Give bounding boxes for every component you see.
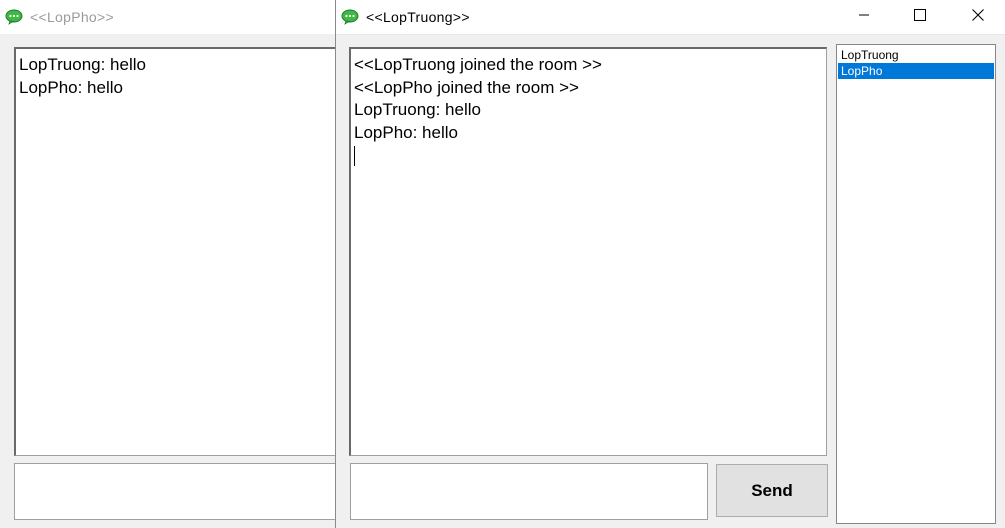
chat-message: <<LopPho joined the room >> (354, 77, 579, 97)
lopp-pho-window: <<LopPho>> LopTruong: hello LopPho: hello (0, 0, 344, 528)
chat-lines: LopTruong: hello LopPho: hello (19, 54, 343, 99)
user-list-item[interactable]: LopTruong (838, 47, 994, 63)
user-list[interactable]: LopTruong LopPho (836, 44, 996, 524)
chat-bubble-icon (5, 9, 23, 25)
chat-message: <<LopTruong joined the room >> (354, 55, 602, 74)
window-title: <<LopPho>> (30, 9, 114, 25)
send-button[interactable]: Send (716, 464, 828, 517)
lopp-pho-titlebar[interactable]: <<LopPho>> (0, 0, 340, 34)
message-input[interactable] (14, 463, 344, 520)
chat-message: LopPho: hello (19, 77, 123, 97)
message-input[interactable] (350, 463, 708, 520)
maximize-icon (914, 8, 926, 26)
chat-history-area[interactable]: LopTruong: hello LopPho: hello (14, 47, 344, 456)
close-icon (972, 8, 984, 26)
close-button[interactable] (955, 0, 1001, 34)
chat-lines: <<LopTruong joined the room >> <<LopPho j… (354, 54, 826, 144)
maximize-button[interactable] (897, 0, 943, 34)
minimize-button[interactable] (841, 0, 887, 34)
chat-message: LopPho: hello (354, 122, 458, 142)
window-title: <<LopTruong>> (366, 9, 470, 25)
chat-bubble-icon (341, 9, 359, 25)
user-list-items: LopTruong LopPho (838, 47, 994, 79)
user-list-item[interactable]: LopPho (838, 63, 994, 79)
text-caret (354, 146, 355, 166)
lop-truong-window: <<LopTruong>> <<LopTruong joined the roo… (335, 0, 1005, 528)
minimize-icon (858, 8, 870, 26)
chat-history-area[interactable]: <<LopTruong joined the room >> <<LopPho j… (349, 47, 827, 456)
chat-message: LopTruong: hello (19, 55, 146, 74)
lop-truong-titlebar[interactable]: <<LopTruong>> (336, 0, 1005, 35)
chat-message: LopTruong: hello (354, 100, 481, 119)
